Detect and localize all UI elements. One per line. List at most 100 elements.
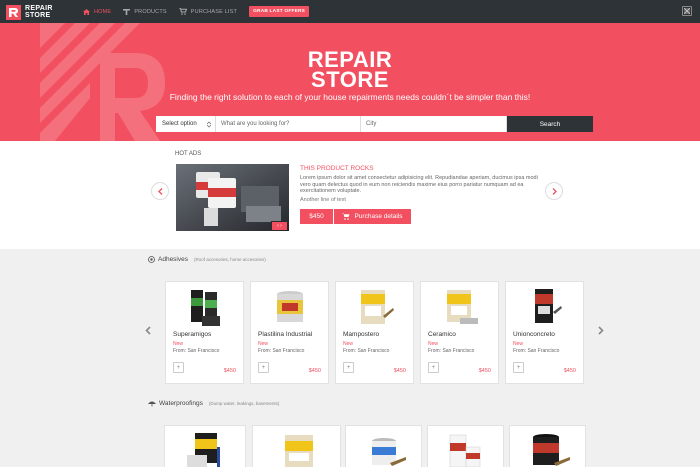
umbrella-icon: [148, 401, 156, 407]
ad-title: THIS PRODUCT ROCKS: [300, 165, 374, 172]
waterproofings-heading: Waterproofings (Dump water, leakings, ba…: [148, 400, 279, 407]
product-card[interactable]: [164, 425, 246, 467]
hot-ads-prev-button[interactable]: [151, 182, 169, 200]
hot-ad-image[interactable]: ‹ ›: [176, 164, 289, 231]
chevron-updown-icon: [207, 121, 211, 127]
purchase-details-button[interactable]: Purchase details: [334, 209, 411, 224]
add-to-list-button[interactable]: +: [513, 362, 524, 373]
nav-item-label: PURCHASE LIST: [190, 8, 238, 15]
image-nav-icon[interactable]: ‹ ›: [272, 222, 287, 230]
product-buckets-image: [176, 164, 289, 231]
product-location: From: San Francisco: [258, 348, 305, 354]
adhesives-next-button[interactable]: [598, 326, 604, 338]
hero-subtitle: Finding the right solution to each of yo…: [169, 92, 531, 102]
hero-banner: REPAIR STORE Finding the right solution …: [0, 23, 700, 141]
wrench-icon: [123, 9, 131, 15]
product-name[interactable]: Unionconcreto: [513, 331, 555, 338]
product-image: [191, 290, 220, 326]
section-subtitle: (Dump water, leakings, basements): [208, 401, 280, 406]
search-bar: Select option What are you looking for? …: [156, 116, 593, 132]
cart-icon: [178, 8, 187, 15]
category-select[interactable]: Select option: [156, 116, 216, 132]
product-name[interactable]: Ceramico: [428, 331, 456, 338]
add-to-list-button[interactable]: +: [258, 362, 269, 373]
droplet-icon: [148, 256, 155, 263]
chevron-right-icon: [598, 326, 604, 335]
nav-item-products[interactable]: PRODUCTS: [123, 8, 167, 15]
home-icon: [83, 8, 90, 15]
nav-item-label: PRODUCTS: [134, 8, 167, 15]
product-badge: New: [513, 341, 524, 347]
product-card[interactable]: [252, 425, 341, 467]
product-name[interactable]: Plastilina Industrial: [258, 331, 312, 338]
product-price: $450: [563, 368, 576, 374]
product-card[interactable]: Ceramico New From: San Francisco + $450: [420, 281, 499, 384]
product-card[interactable]: [345, 425, 422, 467]
chevron-left-icon: [157, 187, 162, 195]
hero-title-line-2: STORE: [311, 67, 389, 92]
product-image: [372, 438, 406, 466]
product-image: [361, 290, 394, 324]
language-flag-icon[interactable]: [682, 6, 692, 16]
cart-icon: [342, 213, 350, 220]
product-card[interactable]: Unionconcreto New From: San Francisco + …: [505, 281, 584, 384]
product-card[interactable]: Mampostero New From: San Francisco + $45…: [335, 281, 414, 384]
logo-text: REPAIR STORE: [25, 5, 53, 19]
add-to-list-button[interactable]: +: [173, 362, 184, 373]
product-name[interactable]: Mampostero: [343, 331, 379, 338]
product-card[interactable]: [509, 425, 586, 467]
flag-icon: [684, 8, 690, 14]
logo[interactable]: REPAIR STORE: [6, 3, 53, 21]
product-card[interactable]: Plastilina Industrial New From: San Fran…: [250, 281, 329, 384]
top-nav: REPAIR STORE HOME PRODUCTS PURCHASE LIST…: [0, 0, 700, 23]
search-input[interactable]: What are you looking for?: [216, 116, 361, 132]
product-badge: New: [428, 341, 439, 347]
product-card[interactable]: [427, 425, 504, 467]
hot-ads-next-button[interactable]: [545, 182, 563, 200]
add-to-list-button[interactable]: +: [343, 362, 354, 373]
ad-description: Lorem ipsum dolor sit amet consectetur a…: [300, 175, 538, 194]
section-title: Waterproofings: [159, 400, 203, 407]
purchase-details-label: Purchase details: [354, 213, 403, 220]
nav-item-label: HOME: [94, 8, 112, 15]
product-badge: New: [258, 341, 269, 347]
add-to-list-button[interactable]: +: [428, 362, 439, 373]
product-location: From: San Francisco: [513, 348, 560, 354]
adhesives-heading: Adhesives (Roof accesories, home accesor…: [148, 256, 266, 263]
section-title: Adhesives: [158, 256, 188, 263]
product-image: [535, 289, 562, 323]
adhesives-prev-button[interactable]: [145, 326, 151, 338]
nav-item-purchase-list[interactable]: PURCHASE LIST: [178, 8, 238, 15]
chevron-right-icon: [552, 187, 557, 195]
logo-line-1: REPAIR: [25, 5, 53, 12]
product-image: [533, 434, 570, 466]
logo-mark-icon: [6, 4, 21, 20]
product-location: From: San Francisco: [173, 348, 220, 354]
hero-title: REPAIR STORE: [0, 49, 700, 92]
product-image: [449, 434, 481, 467]
product-price: $450: [223, 368, 236, 374]
product-badge: New: [173, 341, 184, 347]
main-menu: HOME PRODUCTS PURCHASE LIST GRAB LAST OF…: [83, 0, 310, 23]
search-button[interactable]: Search: [507, 116, 593, 132]
product-price: $450: [393, 368, 406, 374]
nav-item-home[interactable]: HOME: [83, 8, 112, 15]
product-price: $450: [478, 368, 491, 374]
product-image: [285, 435, 313, 467]
product-location: From: San Francisco: [343, 348, 390, 354]
product-location: From: San Francisco: [428, 348, 475, 354]
product-image: [277, 291, 303, 322]
ad-extra-line: Another line of text: [300, 197, 346, 203]
grab-offers-button[interactable]: GRAB LAST OFFERS: [249, 6, 310, 17]
product-card[interactable]: Superamigos New From: San Francisco + $4…: [165, 281, 244, 384]
ad-price-button[interactable]: $450: [300, 209, 333, 224]
product-image: [447, 290, 478, 324]
product-name[interactable]: Superamigos: [173, 331, 211, 338]
logo-line-2: STORE: [25, 12, 51, 19]
product-badge: New: [343, 341, 354, 347]
city-input[interactable]: City: [361, 116, 507, 132]
section-subtitle: (Roof accesories, home accesories): [194, 257, 266, 262]
hot-ads-heading: HOT ADS: [175, 151, 202, 157]
category-select-label: Select option: [162, 121, 197, 127]
chevron-left-icon: [145, 326, 151, 335]
